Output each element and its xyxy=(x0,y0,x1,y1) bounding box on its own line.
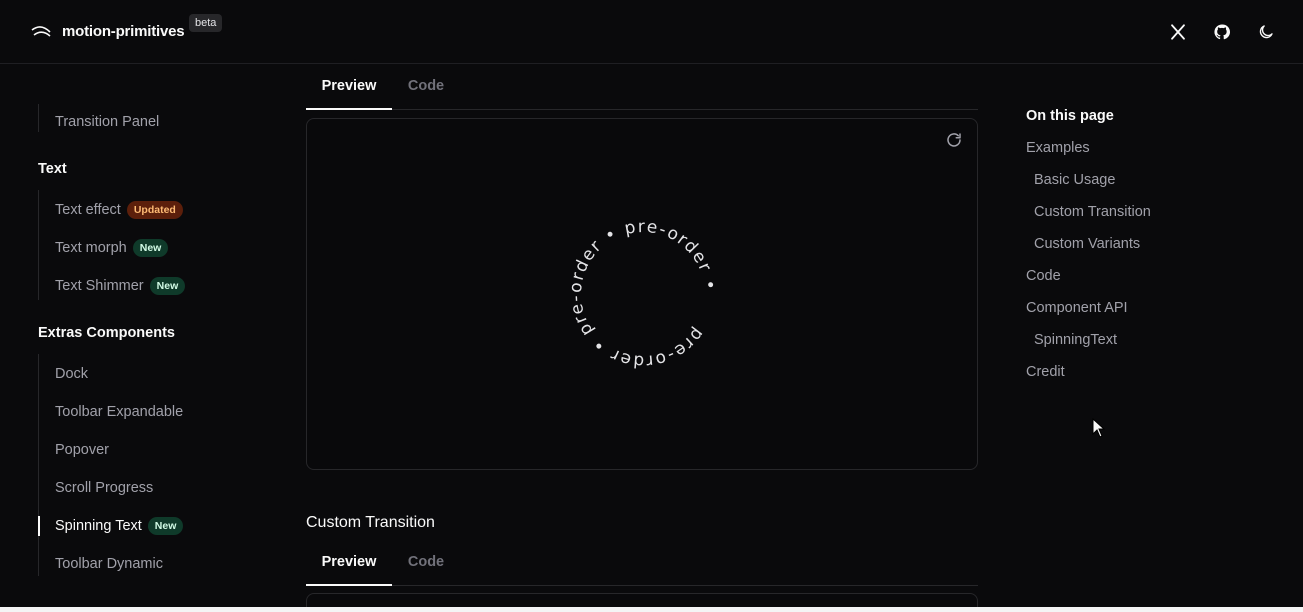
sidebar: Transition Panel Text Text effect Update… xyxy=(0,64,290,612)
spinning-text: pre-order • pre-order • pre-order • xyxy=(561,212,725,376)
toc-item-credit[interactable]: Credit xyxy=(1026,364,1065,380)
tab-code[interactable]: Code xyxy=(392,540,460,585)
sidebar-item-label: Toolbar Expandable xyxy=(55,404,184,420)
sidebar-item-label: Transition Panel xyxy=(55,114,160,130)
sidebar-item-toolbar-dynamic[interactable]: Toolbar Dynamic xyxy=(55,553,163,575)
section-title-custom-transition: Custom Transition xyxy=(306,514,435,531)
github-icon[interactable] xyxy=(1211,21,1233,43)
toc-item-custom-variants[interactable]: Custom Variants xyxy=(1034,236,1140,252)
sidebar-item-label: Popover xyxy=(55,442,110,458)
sidebar-item-dock[interactable]: Dock xyxy=(55,363,88,385)
tab-preview[interactable]: Preview xyxy=(306,64,392,110)
sidebar-item-label: Scroll Progress xyxy=(55,480,154,496)
sidebar-item-label: Spinning Text xyxy=(55,518,142,534)
sidebar-divider xyxy=(38,354,39,576)
refresh-icon[interactable] xyxy=(945,131,963,149)
tab-code[interactable]: Code xyxy=(392,64,460,109)
preview-code-tabs: Preview Code xyxy=(306,64,978,110)
brand-name[interactable]: motion-primitives xyxy=(62,23,185,40)
sidebar-item-scroll-progress[interactable]: Scroll Progress xyxy=(55,477,153,499)
sidebar-item-label: Text effect xyxy=(55,202,121,218)
sidebar-item-toolbar-expandable[interactable]: Toolbar Expandable xyxy=(55,401,183,423)
toc-item-basic-usage[interactable]: Basic Usage xyxy=(1034,172,1115,188)
sidebar-heading-extras: Extras Components xyxy=(38,325,175,341)
sidebar-item-label: Toolbar Dynamic xyxy=(55,556,163,572)
spinning-text-label: pre-order • pre-order • pre-order • xyxy=(561,212,725,376)
sidebar-item-text-shimmer[interactable]: Text Shimmer New xyxy=(55,275,186,297)
sidebar-item-label: Dock xyxy=(55,366,89,382)
new-badge: New xyxy=(132,239,169,257)
sidebar-item-label: Text Shimmer xyxy=(55,278,144,294)
new-badge: New xyxy=(149,277,186,295)
toc-item-code[interactable]: Code xyxy=(1026,268,1061,284)
toc-item-component-api[interactable]: Component API xyxy=(1026,300,1128,316)
active-indicator xyxy=(38,516,40,536)
top-bar: motion-primitives beta xyxy=(0,0,1303,64)
sidebar-item-transition-panel[interactable]: Transition Panel xyxy=(55,111,159,133)
toc-item-custom-transition[interactable]: Custom Transition xyxy=(1034,204,1151,220)
sidebar-heading-text: Text xyxy=(38,161,67,177)
toc-item-spinningtext[interactable]: SpinningText xyxy=(1034,332,1117,348)
beta-badge: beta xyxy=(189,14,223,32)
sidebar-item-popover[interactable]: Popover xyxy=(55,439,109,461)
preview-panel: pre-order • pre-order • pre-order • xyxy=(306,118,978,470)
sidebar-item-text-morph[interactable]: Text morph New xyxy=(55,237,169,259)
mouse-cursor-icon xyxy=(1092,418,1106,438)
svg-text:pre-order • pre-order • pre-or: pre-order • pre-order • pre-order • xyxy=(561,212,725,376)
sidebar-item-text-effect[interactable]: Text effect Updated xyxy=(55,199,183,221)
sidebar-divider xyxy=(38,190,39,300)
logo-icon[interactable] xyxy=(30,24,52,40)
preview-code-tabs-2: Preview Code xyxy=(306,540,978,586)
bottom-strip xyxy=(0,607,1303,612)
new-badge: New xyxy=(147,517,184,535)
tab-preview[interactable]: Preview xyxy=(306,540,392,586)
sidebar-item-label: Text morph xyxy=(55,240,127,256)
toc-title: On this page xyxy=(1026,108,1114,124)
updated-badge: Updated xyxy=(126,201,183,219)
moon-icon[interactable] xyxy=(1255,21,1277,43)
sidebar-divider xyxy=(38,104,39,132)
x-logo-icon[interactable] xyxy=(1167,21,1189,43)
toc-item-examples[interactable]: Examples xyxy=(1026,140,1090,156)
sidebar-item-spinning-text[interactable]: Spinning Text New xyxy=(55,515,184,537)
